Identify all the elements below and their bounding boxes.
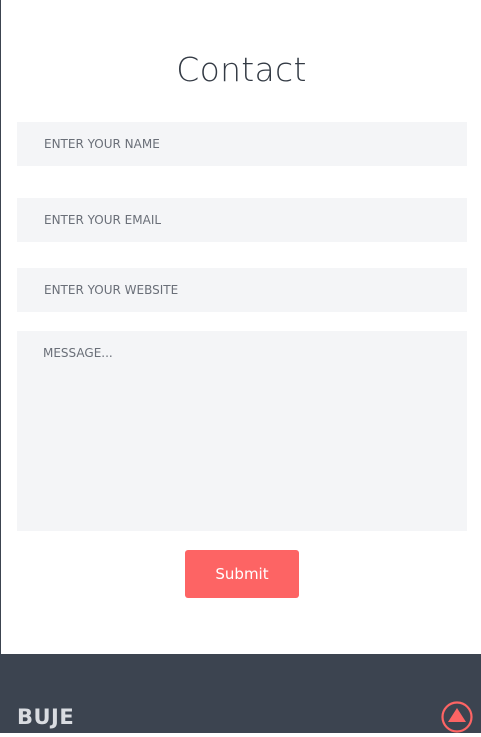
name-input[interactable] xyxy=(17,122,467,166)
website-input[interactable] xyxy=(17,268,467,312)
footer-brand-logo: BUJE xyxy=(17,705,75,729)
footer: BUJE xyxy=(1,654,481,733)
email-input[interactable] xyxy=(17,198,467,242)
message-textarea[interactable] xyxy=(17,331,467,531)
page: Contact Submit BUJE xyxy=(0,0,481,733)
arrow-up-circle-icon[interactable] xyxy=(441,701,473,733)
page-title: Contact xyxy=(176,50,307,89)
submit-button[interactable]: Submit xyxy=(185,550,299,598)
